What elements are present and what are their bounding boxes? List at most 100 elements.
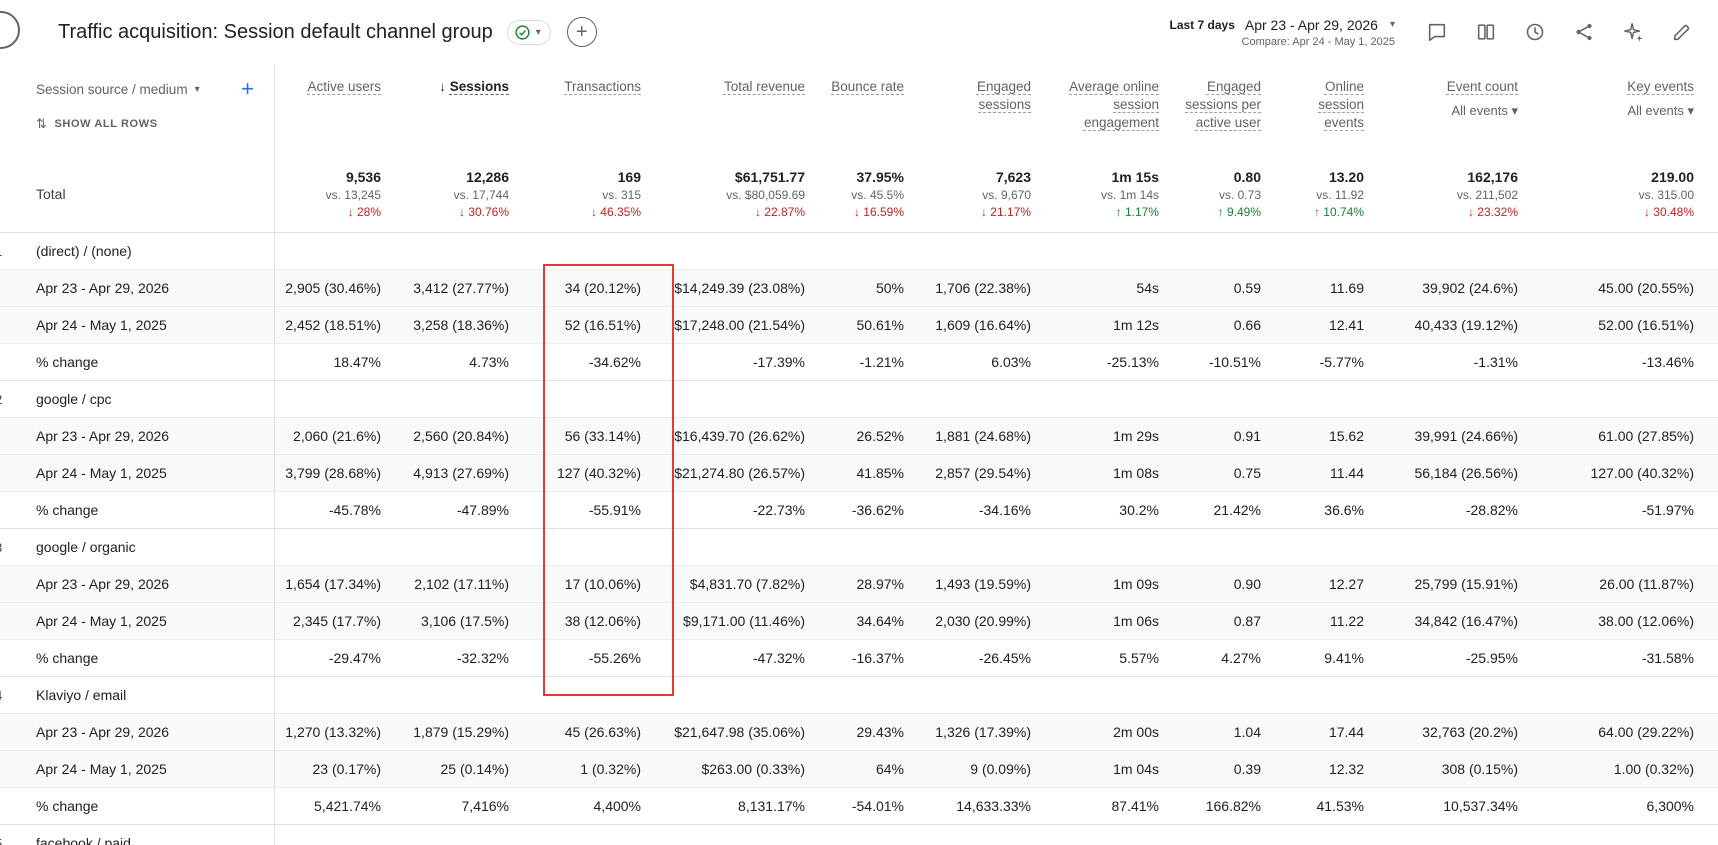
- events-filter-dropdown[interactable]: All events ▾: [1536, 102, 1695, 120]
- column-header-engaged-sessions[interactable]: Engaged sessions: [922, 64, 1049, 156]
- total-value: 12,286: [466, 169, 509, 185]
- date-range-row: Apr 23 - Apr 29, 2026 2,905 (30.46%) 3,412…: [0, 269, 1718, 306]
- metric-cell-active-users: -45.78%: [328, 502, 381, 518]
- dimension-dropdown[interactable]: Session source / medium ▾: [36, 82, 200, 97]
- metric-cell-sessions: 4,913 (27.69%): [413, 465, 509, 481]
- empty-cell: [1279, 233, 1382, 269]
- total-change-value: ↓ 23.32%: [1467, 205, 1518, 219]
- empty-cell: [659, 233, 823, 269]
- dimension-row: 5 facebook / paid: [0, 824, 1718, 845]
- total-vs-value: vs. 17,744: [453, 188, 509, 202]
- insights-button[interactable]: [1621, 20, 1645, 44]
- metric-cell-key-events: 45.00 (20.55%): [1598, 280, 1694, 296]
- total-cell-average-online-session-engagement: 1m 15s vs. 1m 14s ↑ 1.17%: [1049, 156, 1177, 232]
- metric-cell-transactions: -34.62%: [588, 354, 641, 370]
- metric-cell-transactions: -55.26%: [588, 650, 641, 666]
- metric-cell-engaged-sessions: 1,706 (22.38%): [935, 280, 1031, 296]
- percent-change-label: % change: [0, 640, 275, 676]
- metric-cell-online-session-events: 12.41: [1328, 317, 1364, 333]
- report-table: Session source / medium ▾ + ⇅ SHOW ALL R…: [0, 64, 1718, 845]
- empty-cell: [275, 233, 399, 269]
- sort-descending-icon: ↓: [439, 79, 450, 94]
- date-range-row: Apr 23 - Apr 29, 2026 1,654 (17.34%) 2,102…: [0, 565, 1718, 602]
- column-header-key-events[interactable]: Key events All events ▾: [1536, 64, 1718, 156]
- comparisons-button[interactable]: [1474, 20, 1498, 44]
- metric-cell-transactions: 34 (20.12%): [564, 280, 641, 296]
- percent-change-label: % change: [0, 788, 275, 824]
- column-header-label: Engaged sessions per active user: [1185, 79, 1261, 130]
- column-header-online-session-events[interactable]: Online session events: [1279, 64, 1382, 156]
- metric-cell-engaged-sessions-per-active-user: 0.90: [1233, 576, 1261, 592]
- total-change-value: ↓ 16.59%: [853, 205, 904, 219]
- events-filter-dropdown[interactable]: All events ▾: [1382, 102, 1519, 120]
- column-header-event-count[interactable]: Event count All events ▾: [1382, 64, 1536, 156]
- metric-cell-key-events: 38.00 (12.06%): [1598, 613, 1694, 629]
- total-cell-transactions: 169 vs. 315 ↓ 46.35%: [527, 156, 659, 232]
- metric-cell-engaged-sessions: 9 (0.09%): [970, 761, 1031, 777]
- total-vs-value: vs. 315.00: [1638, 188, 1694, 202]
- total-cell-bounce-rate: 37.95% vs. 45.5% ↓ 16.59%: [823, 156, 922, 232]
- metric-cell-average-online-session-engagement: 1m 08s: [1113, 465, 1159, 481]
- metric-cell-sessions: 7,416%: [461, 798, 509, 814]
- total-change-value: ↑ 1.17%: [1115, 205, 1159, 219]
- date-range-row: Apr 23 - Apr 29, 2026 1,270 (13.32%) 1,879…: [0, 713, 1718, 750]
- metric-cell-event-count: 32,763 (20.2%): [1422, 724, 1518, 740]
- data-quality-badge[interactable]: ▾: [506, 19, 551, 45]
- metric-cell-key-events: 127.00 (40.32%): [1590, 465, 1694, 481]
- metric-cell-transactions: 4,400%: [593, 798, 641, 814]
- add-secondary-dimension-button[interactable]: +: [241, 78, 254, 100]
- column-header-total-revenue[interactable]: Total revenue: [659, 64, 823, 156]
- metric-cell-online-session-events: 15.62: [1328, 428, 1364, 444]
- total-value: 219.00: [1651, 169, 1694, 185]
- edit-button[interactable]: [1670, 20, 1694, 44]
- column-header-transactions[interactable]: Transactions: [527, 64, 659, 156]
- empty-cell: [1049, 529, 1177, 565]
- metric-cell-active-users: 2,060 (21.6%): [293, 428, 381, 444]
- compare-range-label: Compare: Apr 24 - May 1, 2025: [1241, 35, 1395, 48]
- empty-cell: [659, 381, 823, 417]
- collapse-nav-button[interactable]: [0, 11, 20, 49]
- metric-cell-engaged-sessions-per-active-user: -10.51%: [1208, 354, 1261, 370]
- empty-cell: [922, 677, 1049, 713]
- total-cell-key-events: 219.00 vs. 315.00 ↓ 30.48%: [1536, 156, 1718, 232]
- empty-cell: [659, 825, 823, 845]
- share-button[interactable]: [1572, 20, 1596, 44]
- total-value: 13.20: [1328, 169, 1364, 185]
- percent-change-row: % change 18.47% 4.73% -34.62% -17.39% -1.21% 6…: [0, 343, 1718, 380]
- total-change-value: ↓ 22.87%: [754, 205, 805, 219]
- column-header-engaged-sessions-per-active-user[interactable]: Engaged sessions per active user: [1177, 64, 1279, 156]
- metric-cell-average-online-session-engagement: 1m 09s: [1113, 576, 1159, 592]
- date-range-label: Apr 24 - May 1, 2025: [0, 751, 275, 787]
- empty-cell: [1382, 529, 1536, 565]
- empty-cell: [1177, 677, 1279, 713]
- metric-cell-event-count: 40,433 (19.12%): [1414, 317, 1518, 333]
- empty-cell: [1177, 529, 1279, 565]
- show-all-rows-button[interactable]: ⇅ SHOW ALL ROWS: [36, 116, 262, 132]
- column-header-label: Sessions: [449, 79, 509, 94]
- column-header-active-users[interactable]: Active users: [275, 64, 399, 156]
- total-cell-total-revenue: $61,751.77 vs. $80,059.69 ↓ 22.87%: [659, 156, 823, 232]
- metric-cell-bounce-rate: 64%: [875, 761, 904, 777]
- add-comparison-button[interactable]: +: [566, 17, 597, 47]
- column-header-bounce-rate[interactable]: Bounce rate: [823, 64, 922, 156]
- metric-cell-engaged-sessions: 6.03%: [991, 354, 1031, 370]
- column-header-average-online-session-engagement[interactable]: Average online session engagement: [1049, 64, 1177, 156]
- column-header-label: Key events: [1627, 79, 1694, 94]
- metric-cell-engaged-sessions-per-active-user: 0.75: [1233, 465, 1261, 481]
- metric-cell-average-online-session-engagement: 1m 06s: [1113, 613, 1159, 629]
- metric-cell-online-session-events: 11.22: [1330, 613, 1364, 629]
- metric-cell-transactions: -55.91%: [588, 502, 641, 518]
- dimension-row: 2 google / cpc: [0, 380, 1718, 417]
- metric-cell-average-online-session-engagement: 54s: [1136, 280, 1159, 296]
- dimension-cell: 4 Klaviyo / email: [0, 677, 275, 713]
- row-number: 3: [0, 540, 2, 555]
- note-button[interactable]: [1425, 20, 1449, 44]
- history-button[interactable]: [1523, 20, 1547, 44]
- column-header-sessions[interactable]: ↓ Sessions: [399, 64, 527, 156]
- date-range-picker[interactable]: Last 7 days Apr 23 - Apr 29, 2026 ▾ Comp…: [1170, 17, 1396, 48]
- metric-cell-sessions: 1,879 (15.29%): [413, 724, 509, 740]
- traffic-acquisition-report: Traffic acquisition: Session default cha…: [0, 0, 1718, 845]
- metric-cell-transactions: 52 (16.51%): [564, 317, 641, 333]
- metric-cell-key-events: -31.58%: [1641, 650, 1694, 666]
- metric-cell-engaged-sessions: 1,881 (24.68%): [935, 428, 1031, 444]
